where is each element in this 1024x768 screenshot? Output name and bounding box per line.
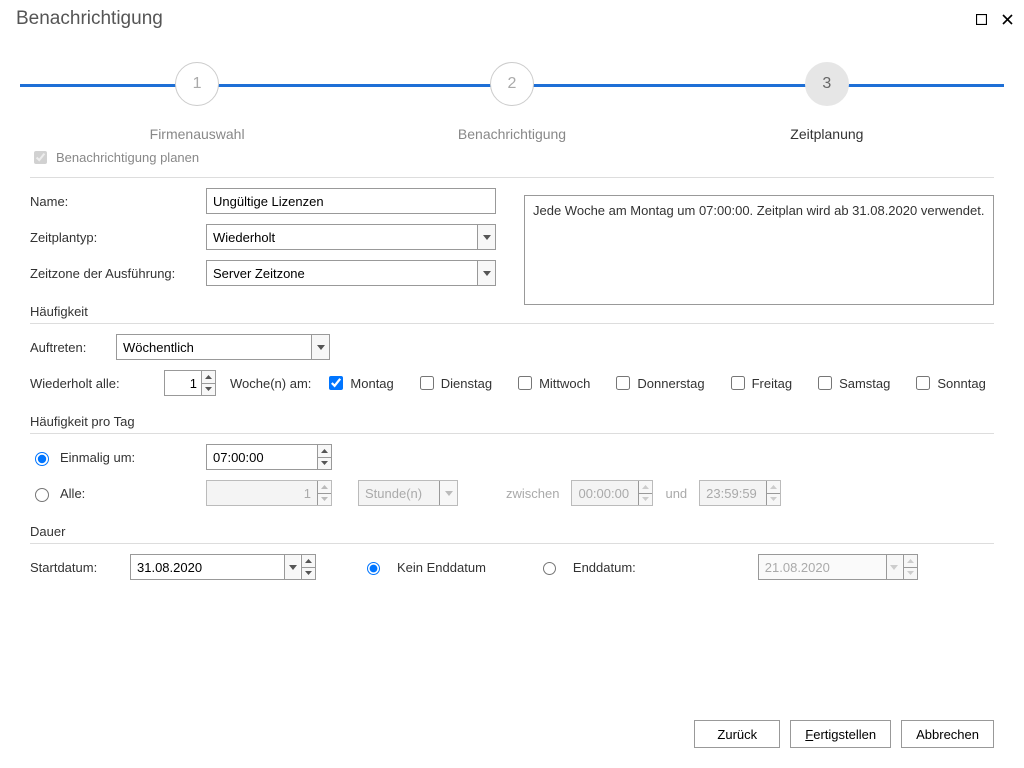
step-3: 3 Zeitplanung (727, 62, 927, 142)
label-weeks-on: Woche(n) am: (230, 376, 311, 391)
maximize-icon[interactable] (974, 12, 988, 26)
every-count-input (206, 480, 332, 506)
schedule-summary: Jede Woche am Montag um 07:00:00. Zeitpl… (524, 195, 994, 305)
spin-down-icon (638, 494, 652, 506)
step-1: 1 Firmenauswahl (97, 62, 297, 142)
label-end-date: Enddatum: (573, 560, 636, 575)
once-at-radio[interactable] (35, 452, 49, 466)
spin-up-icon[interactable] (301, 555, 315, 568)
plan-checkbox[interactable] (34, 151, 47, 164)
spin-down-icon (766, 494, 780, 506)
spin-down-icon[interactable] (301, 568, 315, 580)
day-sun-checkbox[interactable] (916, 376, 930, 390)
every-radio[interactable] (35, 488, 49, 502)
spin-down-icon (317, 494, 331, 506)
label-between: zwischen (506, 486, 559, 501)
label-repeat-every: Wiederholt alle: (30, 376, 150, 391)
day-wed-checkbox[interactable] (518, 376, 532, 390)
day-sat-checkbox[interactable] (818, 376, 832, 390)
label-timezone: Zeitzone der Ausführung: (30, 266, 206, 281)
spin-up-icon (317, 481, 331, 494)
occurrence-select[interactable] (116, 334, 330, 360)
duration-heading: Dauer (30, 524, 994, 544)
wizard-steps: 1 Firmenauswahl 2 Benachrichtigung 3 Zei… (20, 62, 1004, 132)
timezone-select[interactable] (206, 260, 496, 286)
label-schedule-type: Zeitplantyp: (30, 230, 206, 245)
spin-down-icon[interactable] (201, 384, 215, 396)
day-tue-checkbox[interactable] (420, 376, 434, 390)
cancel-button[interactable]: Abbrechen (901, 720, 994, 748)
chevron-down-icon (439, 481, 457, 505)
chevron-down-icon[interactable] (477, 261, 495, 285)
spin-down-icon (903, 568, 917, 580)
back-button[interactable]: Zurück (694, 720, 780, 748)
label-start-date: Startdatum: (30, 560, 116, 575)
chevron-down-icon[interactable] (284, 555, 300, 579)
label-name: Name: (30, 194, 206, 209)
label-and: und (665, 486, 687, 501)
label-every: Alle: (60, 486, 198, 501)
chevron-down-icon[interactable] (477, 225, 495, 249)
spin-down-icon[interactable] (317, 458, 331, 470)
schedule-type-select[interactable] (206, 224, 496, 250)
day-thu-checkbox[interactable] (616, 376, 630, 390)
plan-checkbox-label: Benachrichtigung planen (56, 150, 199, 165)
end-date-radio[interactable] (543, 562, 556, 575)
no-end-date-radio[interactable] (367, 562, 380, 575)
spin-up-icon (638, 481, 652, 494)
label-no-end: Kein Enddatum (397, 560, 486, 575)
chevron-down-icon[interactable] (311, 335, 329, 359)
label-once-at: Einmalig um: (60, 450, 198, 465)
chevron-down-icon (886, 555, 902, 579)
frequency-heading: Häufigkeit (30, 304, 994, 324)
label-occurrence: Auftreten: (30, 340, 116, 355)
window-title: Benachrichtigung (16, 8, 163, 30)
spin-up-icon[interactable] (201, 371, 215, 384)
spin-up-icon[interactable] (317, 445, 331, 458)
day-mon-checkbox[interactable] (329, 376, 343, 390)
name-input[interactable] (206, 188, 496, 214)
once-time-input[interactable] (206, 444, 332, 470)
close-icon[interactable] (1000, 12, 1014, 26)
day-fri-checkbox[interactable] (731, 376, 745, 390)
step-2: 2 Benachrichtigung (412, 62, 612, 142)
finish-button[interactable]: Fertigstellen (790, 720, 891, 748)
spin-up-icon (903, 555, 917, 568)
daily-frequency-heading: Häufigkeit pro Tag (30, 414, 994, 434)
spin-up-icon (766, 481, 780, 494)
